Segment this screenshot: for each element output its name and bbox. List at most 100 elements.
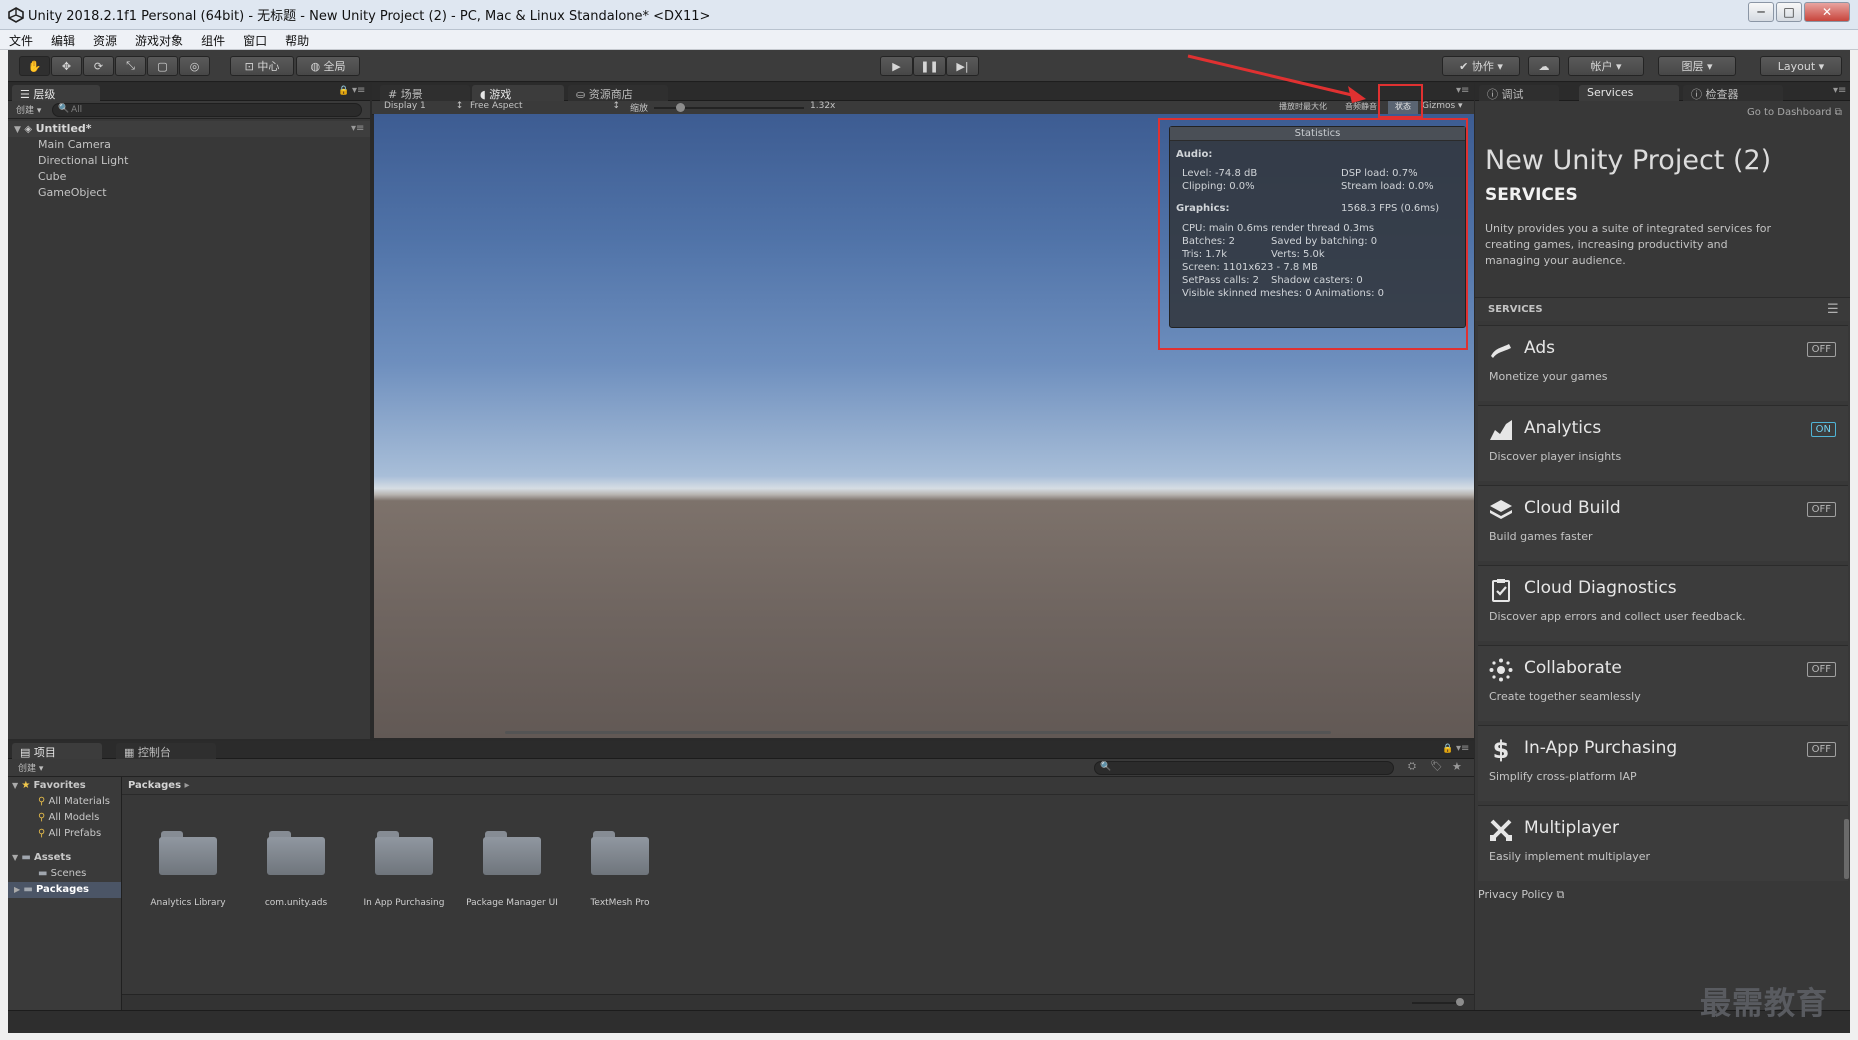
- panel-menu-icon[interactable]: ▾≡: [1456, 85, 1469, 96]
- service-cloud-diagnostics[interactable]: Cloud Diagnostics Discover app errors an…: [1478, 565, 1848, 641]
- expand-arrow-icon[interactable]: ▼: [14, 125, 21, 135]
- display-dropdown[interactable]: Display 1 ↕: [384, 101, 463, 111]
- space-toggle[interactable]: ◍ 全局: [296, 56, 360, 76]
- expand-arrow-icon[interactable]: ▼: [12, 853, 18, 862]
- menu-gameobject[interactable]: 游戏对象: [126, 30, 192, 49]
- hand-tool-button[interactable]: ✋: [19, 56, 50, 76]
- collab-dropdown[interactable]: ✔ 协作 ▾: [1442, 56, 1520, 76]
- layers-dropdown[interactable]: 图层 ▾: [1658, 56, 1736, 76]
- hierarchy-item[interactable]: Cube: [8, 169, 370, 185]
- hierarchy-search-input[interactable]: All: [52, 103, 362, 117]
- packages-node[interactable]: ▶ ▬ Packages: [8, 882, 121, 898]
- favorite-star-icon[interactable]: ★: [1452, 760, 1462, 773]
- filter-by-type-icon[interactable]: ⛭: [1408, 761, 1416, 772]
- scene-menu-icon[interactable]: ▾≡: [351, 121, 364, 137]
- maximize-button[interactable]: □: [1776, 2, 1802, 22]
- scene-row[interactable]: ▼ ◈ Untitled* ▾≡: [8, 121, 370, 137]
- menu-window[interactable]: 窗口: [234, 30, 276, 49]
- gizmos-dropdown[interactable]: Gizmos ▾: [1422, 101, 1463, 111]
- filter-by-label-icon[interactable]: 🏷: [1430, 761, 1443, 772]
- panel-menu-icon[interactable]: ▾≡: [1833, 85, 1846, 96]
- aspect-dropdown[interactable]: Free Aspect ↕: [470, 101, 620, 111]
- game-scrollbar[interactable]: [505, 731, 1331, 734]
- favorite-item[interactable]: ⚲ All Prefabs: [38, 826, 101, 842]
- tab-debug[interactable]: ⓘ 调试: [1479, 85, 1559, 101]
- folder-label[interactable]: com.unity.ads: [241, 898, 351, 908]
- pause-button[interactable]: ❚❚: [913, 56, 946, 76]
- tab-console[interactable]: ▦ 控制台: [116, 743, 216, 759]
- icon-size-slider-thumb[interactable]: [1456, 998, 1464, 1006]
- service-status-badge[interactable]: ON: [1810, 422, 1836, 437]
- service-cloud-build[interactable]: Cloud Build Build games faster OFF: [1478, 485, 1848, 561]
- favorites-node[interactable]: ▼ ★ Favorites: [12, 778, 86, 794]
- create-dropdown[interactable]: 创建 ▾: [16, 103, 41, 116]
- lock-icon[interactable]: 🔒: [338, 86, 349, 96]
- tab-hierarchy[interactable]: ☰ 层级: [12, 85, 100, 101]
- assets-node[interactable]: ▼ ▬ Assets: [12, 850, 71, 866]
- pivot-toggle[interactable]: ⊡ 中心: [230, 56, 294, 76]
- move-tool-button[interactable]: ✥: [51, 56, 82, 76]
- rotate-tool-button[interactable]: ⟳: [83, 56, 114, 76]
- close-button[interactable]: ✕: [1804, 2, 1850, 22]
- step-button[interactable]: ▶|: [946, 56, 979, 76]
- hamburger-icon[interactable]: ☰: [1827, 302, 1839, 317]
- minimize-button[interactable]: ─: [1748, 2, 1774, 22]
- scale-slider-thumb[interactable]: [676, 103, 685, 112]
- hierarchy-item[interactable]: GameObject: [8, 185, 370, 201]
- scenes-node[interactable]: ▬ Scenes: [38, 866, 86, 882]
- service-status-badge[interactable]: OFF: [1806, 742, 1836, 757]
- service-status-badge[interactable]: OFF: [1806, 502, 1836, 517]
- play-button[interactable]: ▶: [880, 56, 913, 76]
- star-icon: ★: [21, 780, 31, 791]
- create-dropdown[interactable]: 创建 ▾: [18, 761, 43, 774]
- expand-arrow-icon[interactable]: ▶: [14, 885, 20, 894]
- tab-game[interactable]: ◖ 游戏: [472, 85, 564, 101]
- privacy-policy-link[interactable]: Privacy Policy ⧉: [1478, 888, 1564, 902]
- cloud-button[interactable]: ☁: [1528, 56, 1560, 76]
- favorite-item[interactable]: ⚲ All Materials: [38, 794, 110, 810]
- transform-tool-button[interactable]: ◎: [179, 56, 210, 76]
- folder-icon[interactable]: [375, 829, 433, 875]
- folder-label[interactable]: In App Purchasing: [349, 898, 459, 908]
- menu-assets[interactable]: 资源: [84, 30, 126, 49]
- menu-file[interactable]: 文件: [0, 30, 42, 49]
- folder-label[interactable]: Package Manager UI: [457, 898, 567, 908]
- services-scrollbar[interactable]: [1844, 819, 1849, 879]
- folder-label[interactable]: Analytics Library: [133, 898, 243, 908]
- folder-icon[interactable]: [591, 829, 649, 875]
- service-in-app-purchasing[interactable]: $ In-App Purchasing Simplify cross-platf…: [1478, 725, 1848, 801]
- folder-icon[interactable]: [267, 829, 325, 875]
- project-search-input[interactable]: [1094, 761, 1394, 775]
- folder-icon[interactable]: [483, 829, 541, 875]
- hierarchy-item[interactable]: Directional Light: [8, 153, 370, 169]
- hierarchy-item[interactable]: Main Camera: [8, 137, 370, 153]
- favorite-item[interactable]: ⚲ All Models: [38, 810, 99, 826]
- tab-scene[interactable]: # 场景: [380, 85, 470, 101]
- menu-edit[interactable]: 编辑: [42, 30, 84, 49]
- go-to-dashboard-link[interactable]: Go to Dashboard ⧉: [1747, 107, 1842, 118]
- icon-size-slider-track[interactable]: [1412, 1002, 1462, 1004]
- breadcrumb-packages[interactable]: Packages ▸: [128, 780, 190, 791]
- tab-project[interactable]: ▤ 项目: [12, 743, 102, 759]
- service-status-badge[interactable]: OFF: [1806, 342, 1836, 357]
- tab-inspector[interactable]: ⓘ 检查器: [1683, 85, 1783, 101]
- panel-menu-icon[interactable]: ▾≡: [352, 85, 365, 96]
- tab-services[interactable]: Services: [1579, 85, 1679, 101]
- folder-label[interactable]: TextMesh Pro: [565, 898, 675, 908]
- service-status-badge[interactable]: OFF: [1806, 662, 1836, 677]
- scale-tool-button[interactable]: ⤡: [115, 56, 146, 76]
- account-dropdown[interactable]: 帐户 ▾: [1568, 56, 1644, 76]
- folder-icon[interactable]: [159, 829, 217, 875]
- expand-arrow-icon[interactable]: ▼: [12, 781, 18, 790]
- menu-help[interactable]: 帮助: [276, 30, 318, 49]
- tab-asset-store[interactable]: ⛀ 资源商店: [568, 85, 668, 101]
- rect-tool-button[interactable]: ▢: [147, 56, 178, 76]
- panel-menu-icon[interactable]: ▾≡: [1456, 743, 1469, 754]
- lock-icon[interactable]: 🔒: [1442, 744, 1453, 754]
- layout-dropdown[interactable]: Layout ▾: [1760, 56, 1842, 76]
- service-ads[interactable]: Ads Monetize your games OFF: [1478, 325, 1848, 401]
- menu-component[interactable]: 组件: [192, 30, 234, 49]
- service-analytics[interactable]: Analytics Discover player insights ON: [1478, 405, 1848, 481]
- service-collaborate[interactable]: Collaborate Create together seamlessly O…: [1478, 645, 1848, 721]
- service-multiplayer[interactable]: Multiplayer Easily implement multiplayer: [1478, 805, 1848, 881]
